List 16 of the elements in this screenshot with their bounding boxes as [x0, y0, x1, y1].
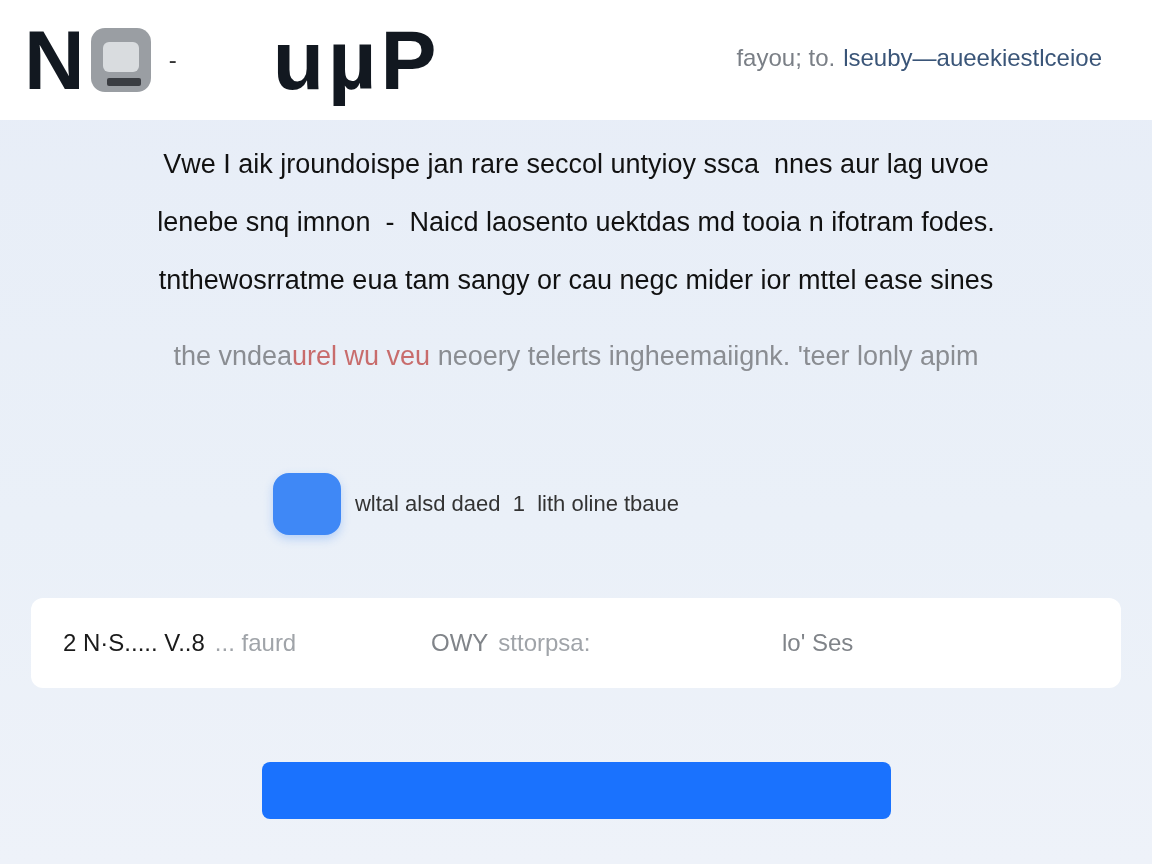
logo-letter: N: [24, 18, 85, 102]
paragraph-line: Vwe I aik jroundoispe jan rare seccol untyioy ssca nnes aur lag uvoe: [163, 148, 989, 181]
paragraph-line: tnthewosrratme eua tam sangy or cau negc mider ior mttel ease sines: [158, 264, 994, 297]
summary-value: ... faurd: [214, 629, 297, 657]
summary-label: OWY: [431, 629, 489, 657]
paragraph-line: lenebe snq imnon - Naicd laosento uektdas md tooia n ifotram fodes.: [157, 206, 995, 239]
emblem-icon: [90, 28, 151, 92]
checkbox[interactable]: [272, 473, 341, 535]
logo-dash: -: [168, 46, 177, 74]
tagline-text: fayou; to.: [736, 44, 836, 72]
summary-label: lo' Ses: [782, 629, 854, 657]
note-text: the vndeaurel wu veu neoery telerts ingheemaiignk. 'teer lonly apim: [173, 340, 979, 373]
summary-value: sttorpsa:: [498, 629, 591, 657]
summary-label: 2 N·S..... V..8: [63, 629, 205, 657]
header-link[interactable]: lseuby—aueekiestlceioe: [843, 44, 1102, 72]
option-label: wltal alsd daed 1 lith oline tbaue: [354, 491, 680, 517]
